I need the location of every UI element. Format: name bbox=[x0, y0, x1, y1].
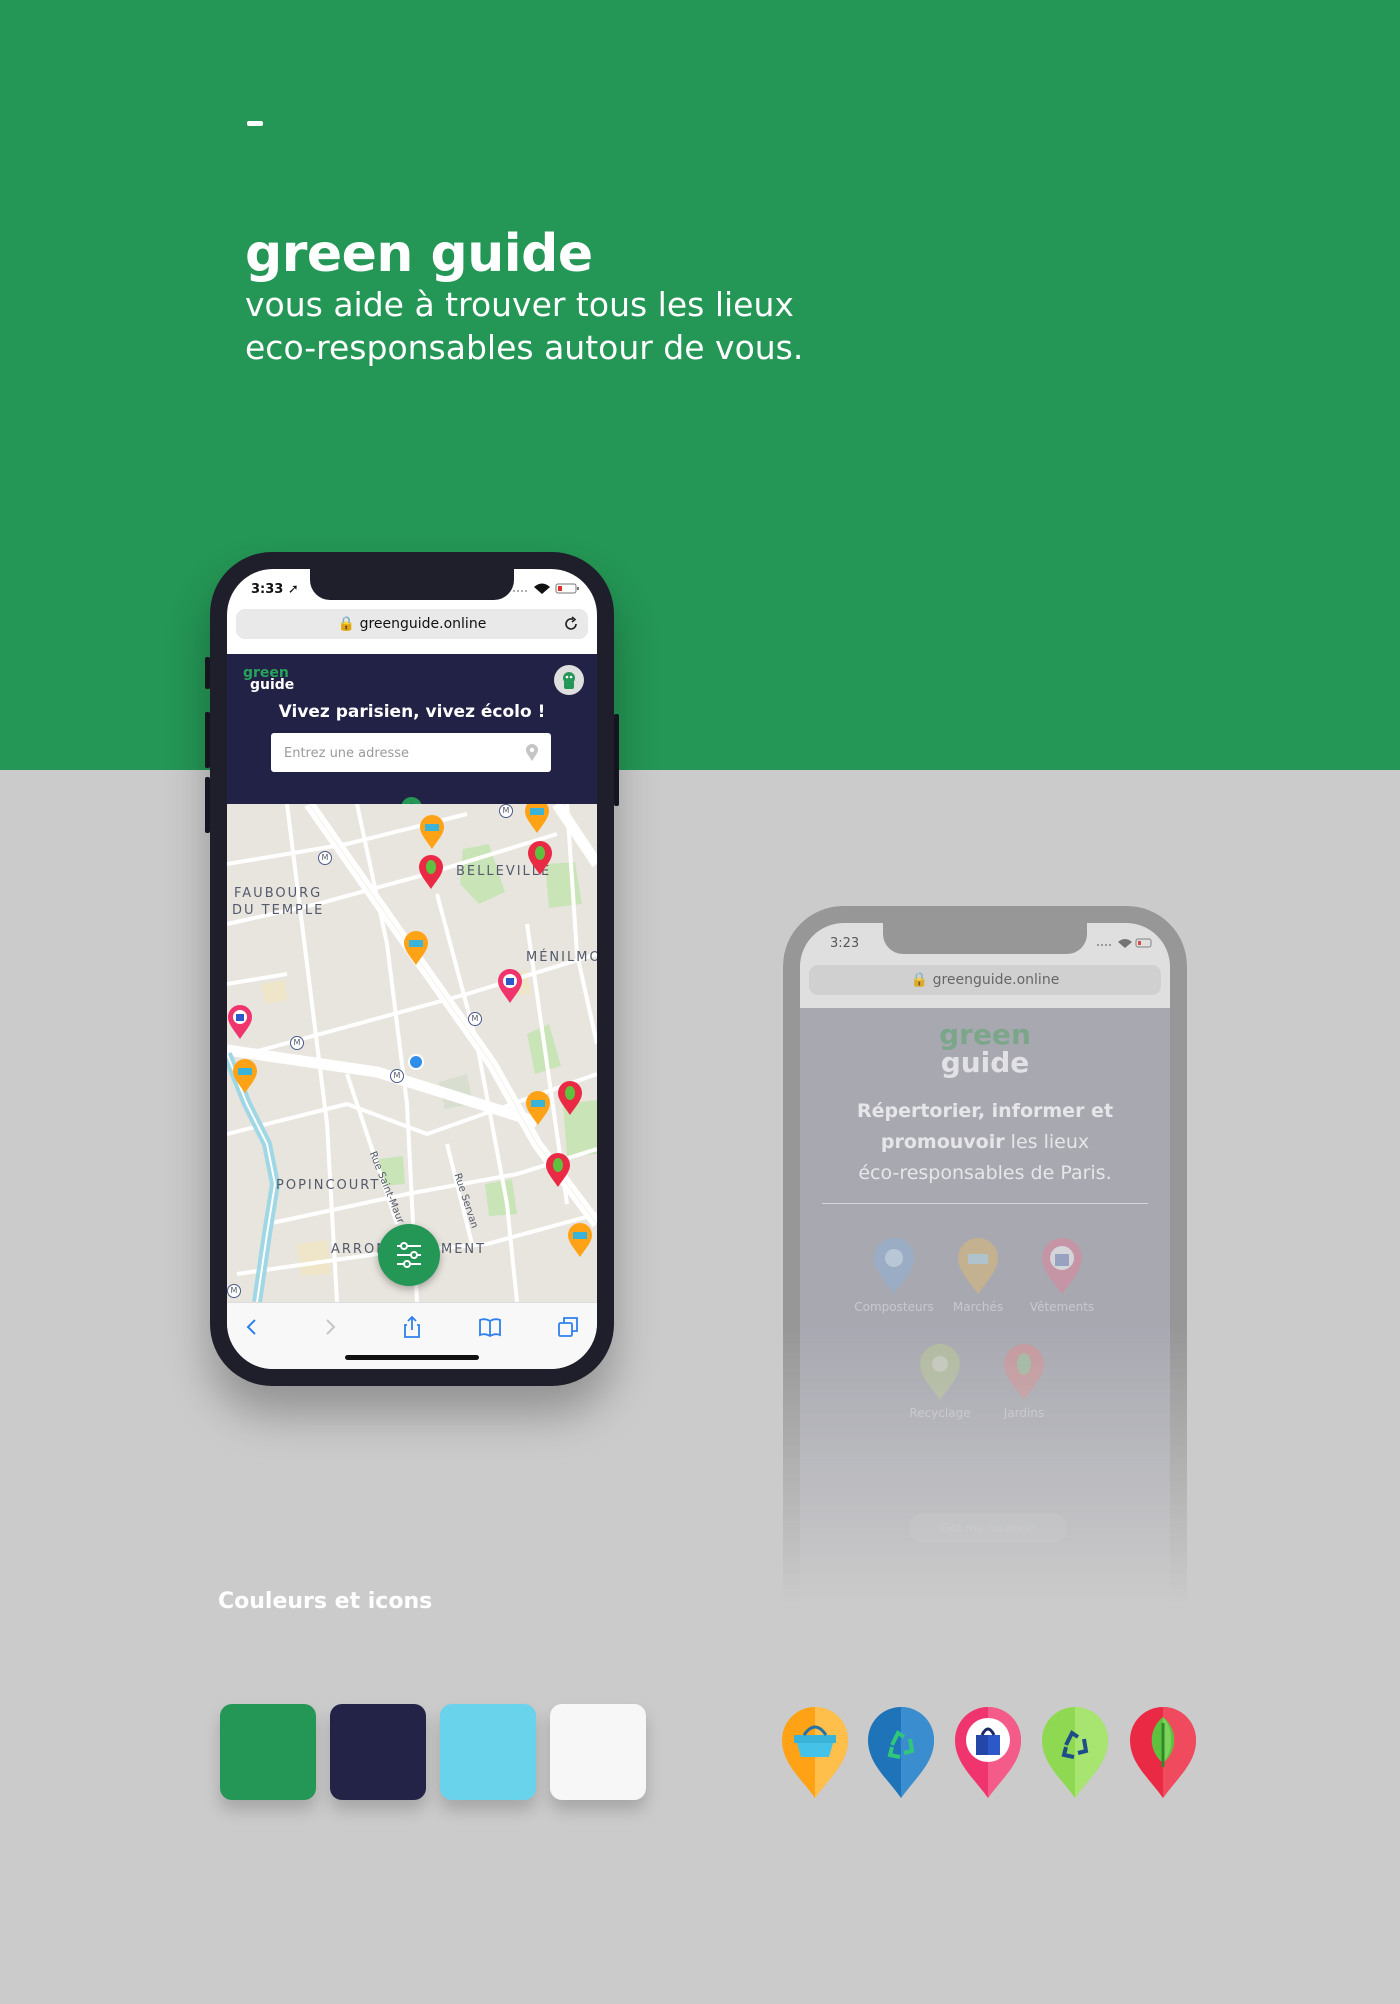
colors-icons-title: Couleurs et icons bbox=[218, 1589, 433, 1614]
basket-pin-icon[interactable] bbox=[232, 1058, 258, 1094]
metro-station-icon[interactable]: M bbox=[290, 1036, 304, 1050]
clothing-pin-icon[interactable] bbox=[497, 968, 523, 1004]
get-location-button[interactable]: Get my location bbox=[909, 1513, 1067, 1543]
map-label-faubourg: FAUBOURG bbox=[234, 886, 323, 901]
metro-station-icon[interactable]: M bbox=[227, 1284, 241, 1298]
garden-pin-icon[interactable] bbox=[545, 1152, 571, 1188]
power-button bbox=[614, 714, 619, 806]
map-label-popincourt: POPINCOURT bbox=[276, 1178, 381, 1193]
main-phone-screen: 3:33 ➚ 🔒 greenguide.online green guide V… bbox=[227, 569, 597, 1369]
avatar[interactable] bbox=[554, 665, 584, 695]
garden-pin-icon[interactable] bbox=[418, 854, 444, 890]
recycle-pin-icon bbox=[1042, 1707, 1108, 1798]
tagline: Vivez parisien, vivez écolo ! bbox=[278, 702, 546, 722]
location-pin-icon[interactable] bbox=[525, 744, 539, 762]
faded-logo-green: green bbox=[939, 1018, 1031, 1051]
category-jardins[interactable]: Jardins bbox=[980, 1342, 1068, 1420]
main-phone-mockup: 3:33 ➚ 🔒 greenguide.online green guide V… bbox=[205, 552, 619, 1386]
category-label: Vêtements bbox=[1029, 1300, 1095, 1314]
hero-title: green guide bbox=[245, 224, 593, 284]
forward-icon[interactable] bbox=[317, 1314, 343, 1340]
map-view[interactable]: M M M M M M FAUBOURG DU TEMPLE BELLEVILL… bbox=[227, 804, 597, 1302]
accent-dash bbox=[247, 121, 263, 126]
color-swatch-white bbox=[550, 1704, 646, 1800]
basket-pin-icon[interactable] bbox=[524, 804, 550, 834]
sliders-icon bbox=[397, 1242, 421, 1268]
clothing-pin-icon bbox=[955, 1707, 1021, 1798]
home-indicator bbox=[345, 1355, 479, 1360]
category-composteurs[interactable]: Composteurs bbox=[850, 1236, 938, 1314]
faded-logo-guide: guide bbox=[940, 1046, 1030, 1079]
basket-pin-icon[interactable] bbox=[525, 1090, 551, 1126]
category-vetements[interactable]: Vêtements bbox=[1018, 1236, 1106, 1314]
category-label: Jardins bbox=[1003, 1406, 1045, 1420]
compost-pin-icon bbox=[874, 1238, 914, 1294]
app-header: green guide Vivez parisien, vivez écolo … bbox=[227, 654, 597, 818]
volume-up-button bbox=[205, 712, 210, 768]
category-label: Composteurs bbox=[854, 1300, 934, 1314]
address-input[interactable] bbox=[271, 733, 526, 774]
divider bbox=[822, 1203, 1148, 1204]
garden-pin-icon bbox=[1004, 1344, 1044, 1400]
faded-url-bar[interactable]: 🔒 greenguide.online bbox=[809, 965, 1161, 995]
faded-app-body: green guide Répertorier, informer et pro… bbox=[800, 1008, 1170, 1606]
basket-pin-icon[interactable] bbox=[403, 930, 429, 966]
mute-switch bbox=[205, 657, 210, 689]
logo-guide: guide bbox=[250, 677, 295, 693]
status-time: 3:33 ➚ bbox=[251, 582, 299, 597]
basket-pin-icon[interactable] bbox=[567, 1222, 593, 1258]
color-swatch-navy bbox=[330, 1704, 426, 1800]
status-icons bbox=[513, 583, 579, 594]
color-swatch-cyan bbox=[440, 1704, 536, 1800]
compost-pin-icon bbox=[868, 1707, 934, 1798]
reload-icon[interactable] bbox=[562, 615, 580, 633]
faded-tagline: Répertorier, informer et promouvoir les … bbox=[856, 1100, 1114, 1184]
map-label-du-temple: DU TEMPLE bbox=[232, 903, 325, 918]
user-location-dot bbox=[408, 1054, 424, 1070]
address-search-field[interactable] bbox=[271, 733, 551, 774]
metro-station-icon[interactable]: M bbox=[499, 804, 513, 818]
category-recyclage[interactable]: Recyclage bbox=[896, 1342, 984, 1420]
faded-status-time: 3:23 bbox=[830, 936, 860, 951]
recycle-pin-icon bbox=[920, 1344, 960, 1400]
garden-pin-icon bbox=[1130, 1707, 1196, 1798]
metro-station-icon[interactable]: M bbox=[468, 1012, 482, 1026]
color-swatch-green bbox=[220, 1704, 316, 1800]
map-label-arrondissement-end: MENT bbox=[441, 1242, 487, 1257]
map-label-menilmontant: MÉNILMO bbox=[526, 950, 597, 965]
category-label: Marchés bbox=[952, 1300, 1004, 1314]
status-icons bbox=[1097, 938, 1152, 948]
metro-station-icon[interactable]: M bbox=[390, 1069, 404, 1083]
alien-icon bbox=[563, 672, 575, 689]
phone-notch bbox=[310, 569, 514, 600]
tabs-icon[interactable] bbox=[555, 1314, 581, 1340]
url-bar[interactable]: 🔒 greenguide.online bbox=[236, 609, 588, 639]
basket-pin-icon bbox=[782, 1707, 848, 1798]
faded-url-text: 🔒 greenguide.online bbox=[910, 972, 1060, 988]
hero-subtitle: vous aide à trouver tous les lieux eco-r… bbox=[245, 283, 945, 369]
share-icon[interactable] bbox=[399, 1314, 425, 1340]
category-marches[interactable]: Marchés bbox=[934, 1236, 1022, 1314]
url-text: 🔒 greenguide.online bbox=[337, 616, 487, 632]
garden-pin-icon[interactable] bbox=[527, 840, 553, 876]
volume-down-button bbox=[205, 777, 210, 833]
basket-pin-icon bbox=[958, 1238, 998, 1294]
garden-pin-icon[interactable] bbox=[557, 1080, 583, 1116]
lock-icon: 🔒 bbox=[337, 616, 356, 632]
basket-pin-icon[interactable] bbox=[419, 814, 445, 850]
back-icon[interactable] bbox=[239, 1314, 265, 1340]
hero-subtitle-line-1: vous aide à trouver tous les lieux bbox=[245, 285, 794, 324]
faded-notch bbox=[883, 923, 1087, 954]
faded-phone-mockup: 3:23 🔒 greenguide.online green guide Rép… bbox=[783, 906, 1187, 1606]
metro-station-icon[interactable]: M bbox=[318, 851, 332, 865]
filters-button[interactable] bbox=[378, 1224, 440, 1286]
faded-phone-screen: 3:23 🔒 greenguide.online green guide Rép… bbox=[800, 923, 1170, 1606]
clothing-pin-icon[interactable] bbox=[227, 1004, 253, 1040]
bookmarks-icon[interactable] bbox=[477, 1314, 503, 1340]
category-label: Recyclage bbox=[909, 1406, 971, 1420]
clothing-pin-icon bbox=[1042, 1238, 1082, 1294]
hero-subtitle-line-2: eco-responsables autour de vous. bbox=[245, 328, 804, 367]
